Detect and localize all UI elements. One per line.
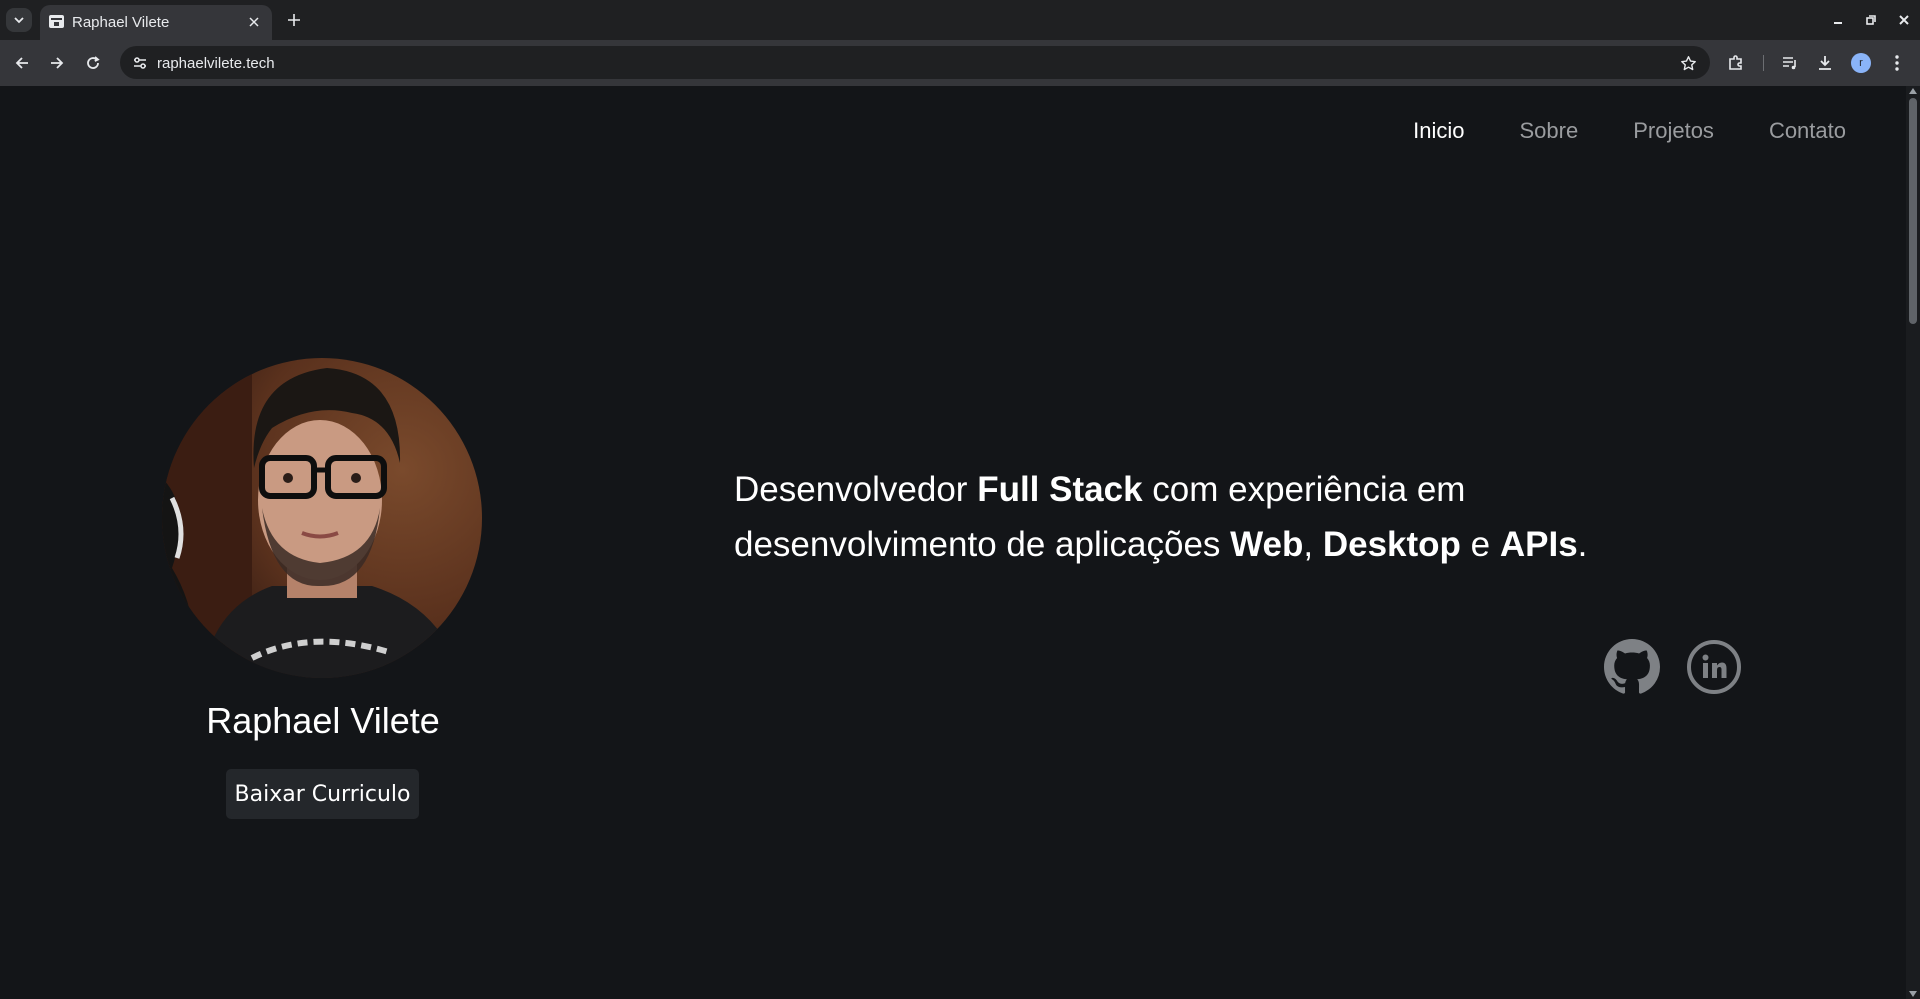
site-info-button[interactable] (128, 51, 152, 75)
scroll-down-arrow-icon[interactable] (1909, 991, 1917, 997)
chevron-down-icon (14, 17, 24, 24)
restore-button[interactable] (1854, 0, 1887, 40)
tab-search-button[interactable] (6, 8, 32, 32)
minimize-icon (1833, 22, 1842, 24)
intro-text: Desenvolvedor Full Stack com experiência… (734, 462, 1714, 572)
favicon-icon (49, 15, 64, 28)
tab-close-button[interactable] (244, 12, 264, 32)
arrow-left-icon (15, 57, 28, 69)
tune-icon (134, 57, 146, 69)
back-button[interactable] (9, 50, 35, 76)
linkedin-icon (1687, 640, 1741, 694)
forward-button[interactable] (44, 50, 70, 76)
page-viewport: Inicio Sobre Projetos Contato Raphael Vi… (0, 86, 1920, 999)
minimize-button[interactable] (1821, 0, 1854, 40)
downloads-button[interactable] (1812, 50, 1838, 76)
tab-title: Raphael Vilete (72, 14, 170, 31)
toolbar-divider (1763, 55, 1764, 71)
browser-tab[interactable]: Raphael Vilete (40, 5, 272, 40)
nav-item-inicio[interactable]: Inicio (1413, 118, 1464, 144)
window-close-button[interactable] (1887, 0, 1920, 40)
plus-icon (288, 14, 300, 26)
menu-button[interactable] (1884, 50, 1910, 76)
intro-highlight-full-stack: Full Stack (977, 470, 1143, 509)
nav-item-projetos[interactable]: Projetos (1633, 118, 1714, 144)
scroll-up-arrow-icon[interactable] (1909, 88, 1917, 94)
address-bar[interactable]: raphaelvilete.tech (120, 46, 1710, 79)
playlist-icon (1783, 57, 1796, 70)
github-icon (1604, 639, 1660, 694)
main-nav: Inicio Sobre Projetos Contato (1358, 118, 1846, 144)
new-tab-button[interactable] (282, 8, 306, 32)
profile-button[interactable]: r (1848, 50, 1874, 76)
nav-item-sobre[interactable]: Sobre (1520, 118, 1579, 144)
avatar: r (1851, 53, 1871, 73)
intro-highlight-apis: APIs (1499, 525, 1578, 564)
nav-item-contato[interactable]: Contato (1769, 118, 1846, 144)
close-icon (1898, 15, 1909, 25)
intro-text-part: , (1303, 525, 1323, 564)
scrollbar-thumb[interactable] (1909, 98, 1917, 324)
intro-highlight-web: Web (1230, 525, 1304, 564)
browser-tab-strip: Raphael Vilete (0, 0, 1920, 40)
reload-icon (87, 56, 100, 69)
intro-highlight-desktop: Desktop (1322, 525, 1461, 564)
intro-text-part: . (1577, 525, 1588, 564)
url-text: raphaelvilete.tech (157, 55, 275, 72)
profile-name: Raphael Vilete (206, 700, 440, 741)
extensions-button[interactable] (1723, 50, 1749, 76)
download-icon (1819, 56, 1831, 70)
restore-icon (1865, 15, 1876, 25)
reload-button[interactable] (80, 50, 106, 76)
intro-text-part: Desenvolvedor (734, 470, 978, 509)
media-controls-button[interactable] (1777, 50, 1803, 76)
arrow-right-icon (51, 57, 64, 69)
intro-text-part: e (1460, 525, 1500, 564)
star-icon (1680, 55, 1696, 70)
close-icon (249, 17, 259, 27)
profile-photo (162, 358, 482, 678)
profile-photo-image (162, 358, 482, 678)
page-scrollbar[interactable] (1906, 86, 1920, 999)
download-cv-button[interactable]: Baixar Curriculo (226, 769, 419, 819)
more-vert-icon (1895, 55, 1899, 71)
browser-toolbar: raphaelvilete.tech r (0, 40, 1920, 86)
github-link[interactable] (1603, 638, 1661, 696)
puzzle-icon (1729, 55, 1742, 70)
linkedin-link[interactable] (1685, 638, 1743, 696)
bookmark-button[interactable] (1676, 51, 1700, 75)
